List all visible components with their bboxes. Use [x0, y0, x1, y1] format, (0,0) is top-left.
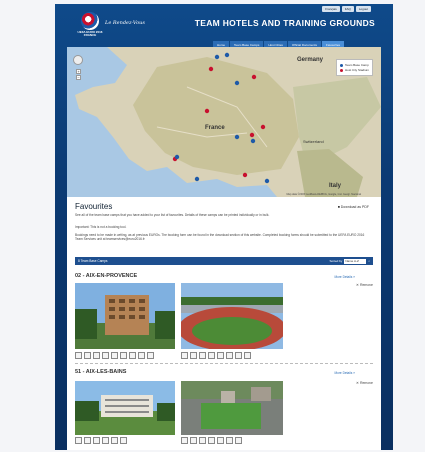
amenity-icon	[235, 437, 242, 444]
map-pan-control[interactable]	[73, 55, 83, 65]
sort-control: Sorted by Name A-Z ⌕	[329, 258, 370, 264]
amenity-icon	[111, 437, 118, 444]
amenity-icon	[138, 352, 145, 359]
download-pdf-link[interactable]: ■ Download as PDF	[338, 205, 369, 209]
zoom-in-button[interactable]: +	[76, 69, 81, 74]
camp-count: 8 Team Base Camps	[78, 259, 108, 263]
amenity-icon	[217, 352, 224, 359]
more-details-link[interactable]: More Details »	[334, 371, 355, 375]
page-sheet: Français FAQ Logout UEFA EURO 2016 FRANC…	[65, 4, 383, 450]
amenity-icon	[129, 352, 136, 359]
amenity-icon	[120, 352, 127, 359]
amenity-icon	[181, 437, 188, 444]
amenity-icon	[102, 437, 109, 444]
amenity-icon	[102, 352, 109, 359]
amenity-icon	[75, 437, 82, 444]
legend-item: Host City Stadium	[339, 68, 369, 72]
filter-bar: 8 Team Base Camps Sorted by Name A-Z ⌕	[75, 257, 373, 265]
amenity-icon	[147, 352, 154, 359]
hotel-photo[interactable]	[75, 381, 175, 435]
legend-item: Team Base Camp	[339, 63, 369, 67]
euro-logo[interactable]: UEFA EURO 2016 FRANCE	[78, 12, 102, 40]
remove-button[interactable]: ✕ Remove	[356, 283, 373, 287]
map-label-france: France	[205, 125, 225, 131]
amenity-icon	[226, 437, 233, 444]
amenity-icon	[199, 352, 206, 359]
amenity-icon	[190, 437, 197, 444]
more-details-link[interactable]: More Details »	[334, 275, 355, 279]
amenity-icon	[226, 352, 233, 359]
amenity-icon	[84, 352, 91, 359]
ground-amenity-icons	[181, 437, 242, 444]
top-links: Français FAQ Logout	[322, 6, 371, 12]
amenity-icon	[190, 352, 197, 359]
page-title: TEAM HOTELS AND TRAINING GROUNDS	[194, 18, 375, 28]
favourites-section: Favourites ■ Download as PDF See all of …	[67, 197, 381, 450]
amenity-icon	[235, 352, 242, 359]
zoom-out-button[interactable]: −	[76, 75, 81, 80]
map-attribution: Map data ©2015 GeoBasis-DE/BKG, Google, …	[286, 193, 361, 196]
important-text: Important: This is not a booking tool.	[75, 225, 127, 229]
amenity-icon	[84, 437, 91, 444]
language-link[interactable]: Français	[322, 6, 340, 12]
map-label-switzerland: Switzerland	[303, 139, 324, 144]
amenity-icon	[208, 352, 215, 359]
training-ground-photo[interactable]	[181, 381, 283, 435]
divider	[75, 363, 373, 364]
stadium-marker-icon	[339, 68, 343, 72]
training-ground-photo[interactable]	[178, 283, 286, 351]
amenity-icon	[217, 437, 224, 444]
map-legend: Team Base Camp Host City Stadium	[335, 59, 373, 76]
amenity-icon	[75, 352, 82, 359]
camp-marker-icon	[339, 63, 343, 67]
map-label-germany: Germany	[297, 57, 324, 63]
map-terrain	[67, 47, 381, 197]
amenity-icon	[111, 352, 118, 359]
remove-button[interactable]: ✕ Remove	[356, 381, 373, 385]
hotel-name[interactable]: 02 - AIX-EN-PROVENCE	[75, 273, 137, 279]
map-view[interactable]: + − Team Base Camp Host City Stadium Ger…	[67, 47, 381, 197]
map-zoom: + −	[76, 69, 81, 80]
hotel-amenity-icons	[75, 352, 154, 359]
hotel-amenity-icons	[75, 437, 127, 444]
hotel-name[interactable]: 51 - AIX-LES-BAINS	[75, 369, 126, 375]
amenity-icon	[199, 437, 206, 444]
tagline: Le Rendez-Vous	[105, 20, 145, 26]
amenity-icon	[181, 352, 188, 359]
faq-link[interactable]: FAQ	[341, 6, 354, 12]
amenity-icon	[93, 437, 100, 444]
euro-emblem-icon	[81, 12, 99, 30]
bookings-text: Bookings need to be made in writing, as …	[75, 233, 365, 241]
ground-amenity-icons	[181, 352, 251, 359]
sort-select[interactable]: Name A-Z	[344, 258, 367, 264]
amenity-icon	[93, 352, 100, 359]
logout-link[interactable]: Logout	[355, 6, 371, 12]
search-icon[interactable]: ⌕	[368, 259, 370, 263]
intro-text: See all of the team base camps that you …	[75, 213, 270, 217]
amenity-icon	[244, 352, 251, 359]
map-label-italy: Italy	[329, 183, 342, 189]
favourites-heading: Favourites	[75, 202, 113, 211]
logo-text: UEFA EURO 2016 FRANCE	[77, 30, 103, 37]
amenity-icon	[208, 437, 215, 444]
hotel-photo[interactable]	[75, 283, 175, 349]
amenity-icon	[120, 437, 127, 444]
